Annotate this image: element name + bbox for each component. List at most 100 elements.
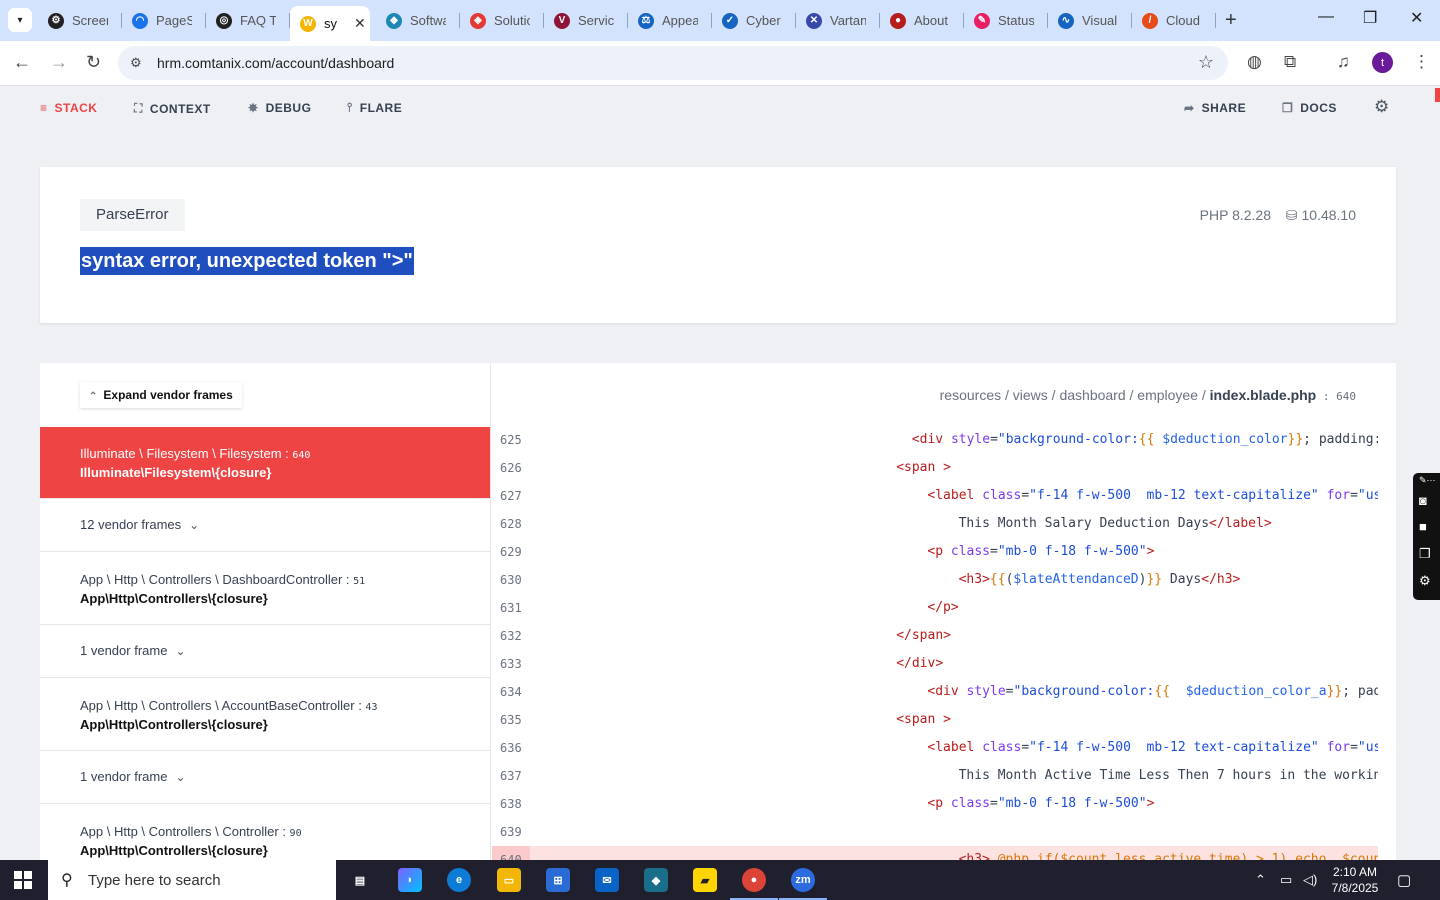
forward-arrow-icon[interactable]: →	[50, 52, 68, 73]
vendor-frames-toggle[interactable]: 12 vendor frames ⌄	[40, 499, 490, 552]
browser-tab-strip: ▾ ⚙ Screen ◠ PageSp ◎ FAQ Ti Wsy ✕ ◆ Softwa ◈ Solut…	[0, 0, 1440, 41]
browser-tab[interactable]: ∿ Visualp	[1048, 6, 1132, 35]
nav-stack-label: STACK	[54, 101, 98, 115]
ignition-nav: ≡ STACK ⛶ CONTEXT ✸ DEBUG ⫯ FLARE ➦ SHARE ❐ DO…	[0, 87, 1440, 129]
media-control-icon[interactable]: ♫	[1337, 52, 1350, 72]
tab-favicon-icon: ∿	[1058, 12, 1074, 29]
browser-tab[interactable]: ✕ Vartan	[796, 6, 880, 35]
maximize-button[interactable]: ❐	[1363, 8, 1377, 28]
reload-icon[interactable]: ↻	[86, 52, 101, 73]
nav-context[interactable]: ⛶ CONTEXT	[134, 101, 211, 116]
line-number: 630	[500, 573, 522, 587]
frames-list: ⌃ Expand vendor frames Illuminate \ Files…	[40, 363, 491, 860]
minimize-button[interactable]: —	[1318, 8, 1334, 26]
settings-icon[interactable]: ⚙	[1419, 573, 1431, 589]
copilot-icon[interactable]: ◗	[398, 868, 422, 892]
new-tab-button[interactable]: +	[1225, 9, 1237, 32]
network-icon[interactable]: ▭	[1280, 872, 1292, 888]
stack-frame[interactable]: App \ Http \ Controllers \ DashboardCont…	[40, 552, 490, 625]
chrome-icon[interactable]: ●	[730, 868, 778, 900]
tab-title: Service	[578, 13, 614, 28]
profile-avatar[interactable]: t	[1372, 52, 1393, 73]
site-info-icon[interactable]: ⚙	[130, 55, 142, 71]
notifications-icon[interactable]: ▢	[1397, 871, 1411, 889]
nav-docs-label: DOCS	[1300, 101, 1337, 115]
frame-icon: ⛶	[134, 101, 143, 115]
pen-icon[interactable]: ✎⋯	[1419, 475, 1436, 486]
window-icon[interactable]: ❐	[1419, 546, 1431, 562]
stack-frame[interactable]: Illuminate \ Filesystem \ Filesystem : 6…	[40, 427, 490, 499]
settings-gear-icon[interactable]: ⚙	[1374, 97, 1389, 117]
vendor-frames-label: 1 vendor frame	[80, 769, 168, 784]
translate-icon[interactable]: ◍	[1247, 52, 1262, 72]
close-window-button[interactable]: ✕	[1410, 8, 1423, 28]
stack-frame[interactable]: App \ Http \ Controllers \ Controller : …	[40, 804, 490, 860]
app-diamond-icon[interactable]: ◆	[644, 868, 668, 892]
video-icon[interactable]: ■	[1419, 519, 1427, 534]
tab-favicon-icon: ◆	[386, 12, 402, 29]
stack-frame[interactable]: App \ Http \ Controllers \ AccountBaseCo…	[40, 678, 490, 751]
frame-line-number: 640	[292, 450, 311, 461]
clock-time: 2:10 AM	[1332, 865, 1378, 879]
camera-icon[interactable]: ◙	[1419, 493, 1427, 508]
frame-class: App \ Http \ Controllers \ Controller : …	[80, 824, 302, 839]
nav-flare[interactable]: ⫯ FLARE	[347, 100, 402, 115]
bookmark-star-icon[interactable]: ☆	[1198, 52, 1214, 73]
windows-start-icon[interactable]	[14, 871, 32, 889]
taskbar-clock[interactable]: 2:10 AM 7/8/2025	[1330, 864, 1380, 896]
expand-vendor-frames-button[interactable]: ⌃ Expand vendor frames	[80, 382, 242, 408]
task-view-icon[interactable]: ▤	[348, 868, 372, 892]
sticky-notes-icon[interactable]: ▰	[693, 868, 717, 892]
nav-stack[interactable]: ≡ STACK	[40, 101, 97, 115]
clock-date: 7/8/2025	[1331, 881, 1379, 895]
browser-tab[interactable]: ⚙ Screen	[38, 6, 122, 35]
exception-message[interactable]: syntax error, unexpected token ">"	[80, 247, 414, 275]
address-bar[interactable]: ⚙ hrm.comtanix.com/account/dashboard ☆	[118, 46, 1228, 80]
extensions-icon[interactable]: ⧉	[1284, 52, 1296, 72]
browser-tab[interactable]: ◈ Solutic	[460, 6, 544, 35]
frame-class-name: App \ Http \ Controllers \ AccountBaseCo…	[80, 698, 355, 713]
browser-tab[interactable]: ⚖ Appea	[628, 6, 712, 35]
browser-tab[interactable]: ◠ PageSp	[122, 6, 206, 35]
browser-tab[interactable]: ✎ StatusC	[964, 6, 1048, 35]
code-line: 631 </p>	[492, 594, 1378, 622]
code-source: </span>	[896, 628, 951, 643]
nav-docs[interactable]: ❐ DOCS	[1282, 101, 1337, 115]
vendor-frames-toggle[interactable]: 1 vendor frame ⌄	[40, 625, 490, 678]
browser-tab[interactable]: ✓ Cyber	[712, 6, 796, 35]
back-arrow-icon[interactable]: ←	[13, 52, 31, 73]
vendor-frames-toggle[interactable]: 1 vendor frame ⌄	[40, 751, 490, 804]
url-text[interactable]: hrm.comtanix.com/account/dashboard	[157, 55, 394, 71]
taskbar-search[interactable]: ⚲ Type here to search	[48, 860, 336, 900]
tab-search-menu-button[interactable]: ▾	[8, 8, 32, 32]
tab-title: FAQ Ti	[240, 13, 276, 28]
share-icon: ➦	[1184, 101, 1195, 115]
file-explorer-icon[interactable]: ▭	[497, 868, 521, 892]
flare-icon: ⫯	[347, 100, 353, 114]
code-line: 635 <span >	[492, 706, 1378, 734]
error-card: ParseError syntax error, unexpected toke…	[40, 167, 1396, 323]
volume-icon[interactable]: ◁)	[1303, 872, 1317, 888]
mail-icon[interactable]: ✉	[595, 868, 619, 892]
browser-menu-icon[interactable]: ⋮	[1413, 52, 1430, 72]
browser-tab[interactable]: ◆ Softwa	[376, 6, 460, 35]
store-icon[interactable]: ⊞	[546, 868, 570, 892]
nav-share[interactable]: ➦ SHARE	[1184, 101, 1246, 115]
tab-separator	[1215, 13, 1216, 28]
browser-tab[interactable]: ● About	[880, 6, 964, 35]
browser-tab[interactable]: / Cloud	[1132, 6, 1216, 35]
browser-tab[interactable]: ◎ FAQ Ti	[206, 6, 290, 35]
code-line: 628 This Month Salary Deduction Days</lab…	[492, 510, 1378, 538]
browser-tab[interactable]: Wsy ✕	[290, 6, 370, 41]
browser-tab[interactable]: V Service	[544, 6, 628, 35]
tab-favicon-icon: ◈	[470, 12, 486, 29]
file-line: 640	[1336, 390, 1356, 403]
code-line: 627 <label class="f-14 f-w-500 mb-12 text…	[492, 482, 1378, 510]
tray-chevron-icon[interactable]: ⌃	[1255, 872, 1266, 888]
edge-icon[interactable]: e	[447, 868, 471, 892]
zoom-icon[interactable]: zm	[779, 868, 827, 900]
nav-debug[interactable]: ✸ DEBUG	[248, 101, 311, 115]
line-number: 628	[500, 517, 522, 531]
file-path[interactable]: resources / views / dashboard / employee…	[940, 387, 1356, 403]
tab-close-icon[interactable]: ✕	[354, 15, 366, 32]
